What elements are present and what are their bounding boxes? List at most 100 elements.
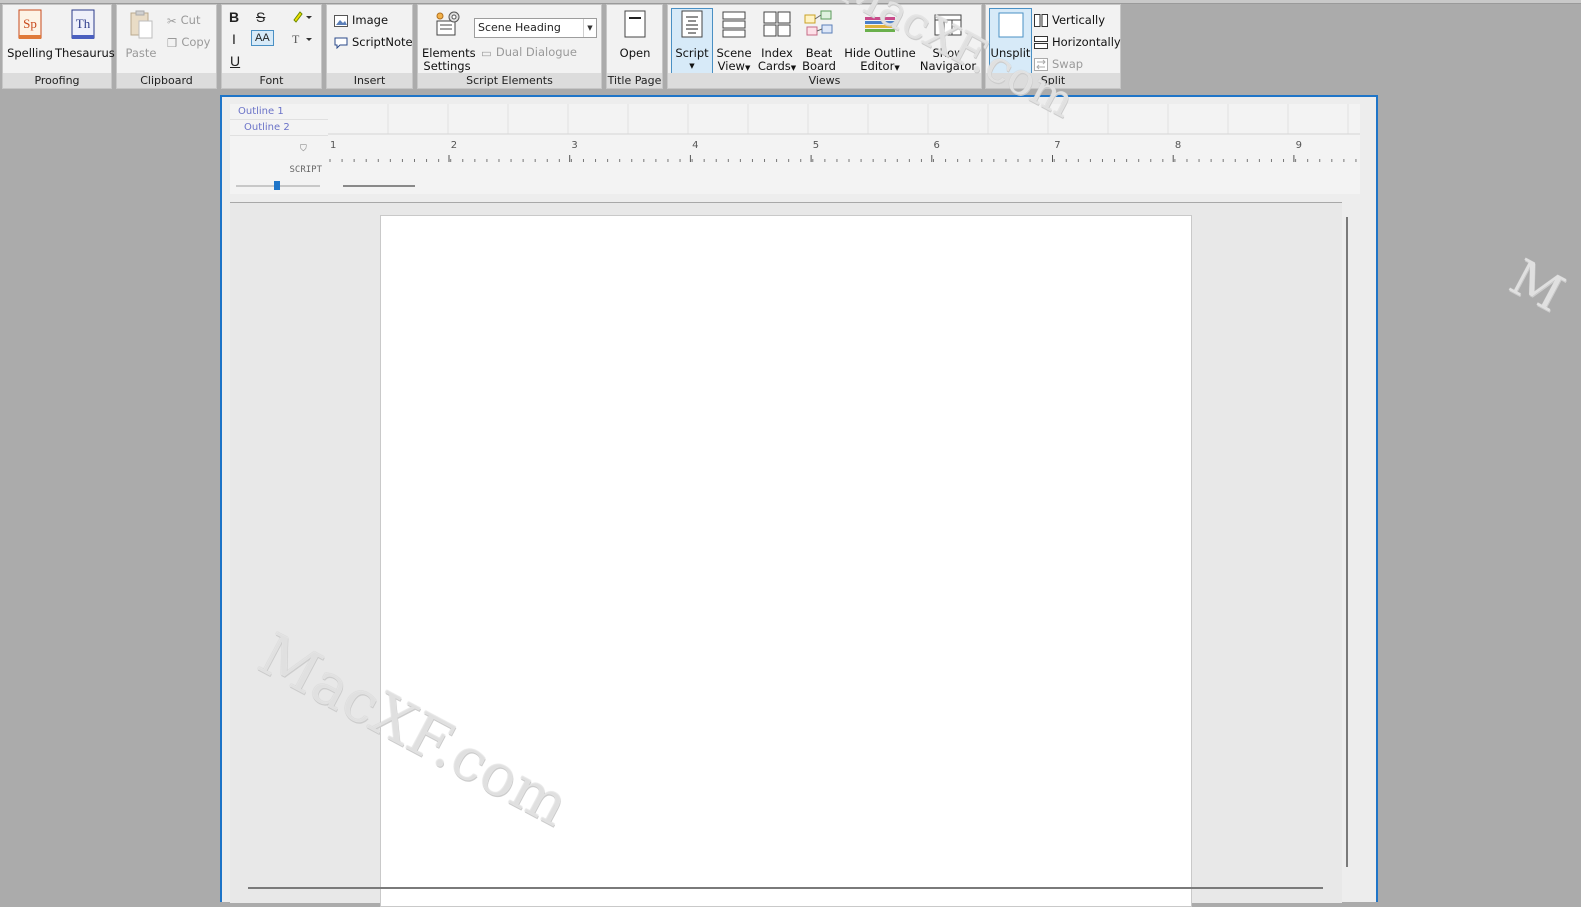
split-vertical-icon [1034, 14, 1048, 27]
scriptnote-label: ScriptNote [352, 35, 413, 49]
beat-board-button[interactable]: Beat Board [800, 9, 838, 73]
insert-image-button[interactable]: Image [334, 13, 388, 27]
script-page[interactable] [380, 215, 1192, 907]
svg-text:Th: Th [76, 16, 91, 31]
ruler-number: 9 [1296, 140, 1302, 151]
ruler-number: 5 [813, 140, 819, 151]
ruler-number: 8 [1175, 140, 1181, 151]
text-color-icon: T [292, 32, 312, 46]
elements-settings-icon [436, 11, 460, 36]
split-horizontally-button[interactable]: Horizontally [1034, 35, 1121, 49]
image-icon [334, 14, 348, 27]
copy-label: Copy [181, 35, 211, 49]
beat-board-label-2: Board [802, 59, 836, 73]
italic-button[interactable]: I [232, 31, 236, 47]
group-insert: Image ScriptNote Insert [326, 4, 413, 89]
chevron-down-icon: ▼ [744, 64, 751, 72]
split-vertically-button[interactable]: Vertically [1034, 13, 1105, 27]
editor-pane: Outline 1 Outline 2 ⛉ SCRIPT 1 2 3 4 5 6 7 8 9 [222, 97, 1416, 907]
swap-icon [1034, 58, 1048, 71]
group-label-title-page: Title Page [607, 73, 662, 88]
ruler-number: 3 [571, 140, 577, 151]
cut-label: Cut [180, 13, 201, 27]
cut-button[interactable]: ✂ Cut [167, 13, 200, 28]
underline-button[interactable]: U [230, 53, 240, 69]
group-title-page: Open Title Page [606, 4, 663, 89]
group-label-split: Split [986, 73, 1120, 88]
script-icon [681, 10, 703, 38]
group-split: Unsplit Vertically Horizontally Swap Spl… [985, 4, 1121, 89]
zoom-slider-thumb[interactable] [274, 181, 280, 190]
watermark-right: M [1500, 248, 1574, 324]
thesaurus-label: Thesaurus [55, 46, 115, 60]
group-label-script-elements: Script Elements [418, 73, 601, 88]
script-view-button[interactable]: Script ▼ [671, 8, 713, 75]
paste-icon [130, 10, 153, 39]
script-label: SCRIPT [289, 165, 322, 175]
vertical-scrollbar[interactable] [1346, 217, 1348, 867]
text-color-button[interactable]: T [290, 32, 312, 49]
index-cards-button[interactable]: Index Cards▼ [756, 9, 798, 75]
script-label: Script [675, 46, 709, 60]
outline-editor-icon [865, 17, 895, 32]
thesaurus-button[interactable]: Th Thesaurus [55, 9, 115, 60]
outline-level-1[interactable]: Outline 1 [230, 104, 328, 120]
highlight-button[interactable] [290, 10, 312, 27]
group-label-proofing: Proofing [3, 73, 111, 88]
document-area [230, 202, 1342, 907]
paste-label: Paste [125, 46, 157, 60]
hide-outline-editor-button[interactable]: Hide Outline Editor▼ [844, 9, 916, 75]
copy-button[interactable]: ❐ Copy [167, 35, 210, 50]
scene-view-label-2: View [717, 59, 745, 73]
swap-button[interactable]: Swap [1034, 57, 1083, 71]
group-label-views: Views [668, 73, 981, 88]
group-clipboard: Paste ✂ Cut ❐ Copy Clipboard [116, 4, 217, 89]
group-label-font: Font [222, 73, 321, 88]
title-page-icon [624, 10, 646, 38]
indent-marker-icon[interactable]: ⛉ [300, 144, 307, 154]
insert-scriptnote-button[interactable]: ScriptNote [334, 35, 413, 49]
elements-settings-button[interactable]: Elements Settings [422, 9, 476, 73]
elements-settings-label-2: Settings [423, 59, 471, 73]
outline-level-2[interactable]: Outline 2 [230, 120, 328, 136]
show-navigator-button[interactable]: Show Navigator [918, 9, 978, 73]
scene-view-icon [722, 11, 746, 38]
ruler-number: 4 [692, 140, 698, 151]
dual-dialogue-label: Dual Dialogue [495, 45, 577, 59]
beat-board-icon [804, 10, 833, 36]
ruler-panel: 1 2 3 4 5 6 7 8 9 [328, 104, 1416, 194]
strikethrough-button[interactable]: S [256, 9, 265, 25]
chevron-down-icon[interactable]: ▼ [583, 19, 596, 37]
group-label-clipboard: Clipboard [117, 73, 216, 88]
editor-frame: Outline 1 Outline 2 ⛉ SCRIPT 1 2 3 4 5 6 7 8 9 [220, 95, 1416, 907]
ruler-number: 2 [451, 140, 457, 151]
highlighter-icon [293, 11, 312, 23]
dual-dialogue-button[interactable]: ▭ Dual Dialogue [481, 45, 577, 60]
zoom-slider[interactable] [236, 181, 320, 190]
image-label: Image [352, 13, 389, 27]
unsplit-label: Unsplit [990, 46, 1031, 60]
show-navigator-label-2: Navigator [919, 59, 977, 73]
ruler-number: 7 [1054, 140, 1060, 151]
all-caps-button[interactable]: AA [251, 30, 274, 46]
ruler-number: 1 [330, 140, 336, 151]
index-cards-icon [763, 11, 791, 37]
horizontal-scrollbar[interactable] [248, 887, 1323, 889]
thesaurus-icon: Th [71, 9, 95, 39]
scene-view-button[interactable]: Scene View▼ [714, 9, 754, 75]
spelling-label: Spelling [7, 46, 53, 60]
split-horizontal-icon [1034, 36, 1048, 49]
element-type-value: Scene Heading [478, 21, 561, 34]
copy-icon: ❐ [167, 35, 178, 50]
spelling-button[interactable]: Sp Spelling [7, 9, 53, 60]
scissors-icon: ✂ [167, 13, 177, 28]
spelling-icon: Sp [18, 9, 42, 39]
bold-button[interactable]: B [229, 9, 239, 25]
open-title-page-button[interactable]: Open [613, 9, 657, 60]
unsplit-button[interactable]: Unsplit [989, 8, 1032, 75]
ruler[interactable]: 1 2 3 4 5 6 7 8 9 [328, 104, 1416, 194]
element-type-select[interactable]: Scene Heading ▼ [474, 18, 597, 38]
paste-button[interactable]: Paste [123, 9, 159, 60]
vertically-label: Vertically [1052, 13, 1106, 27]
ribbon: Sp Spelling Th Thesaurus Proofing Paste … [0, 0, 1581, 92]
